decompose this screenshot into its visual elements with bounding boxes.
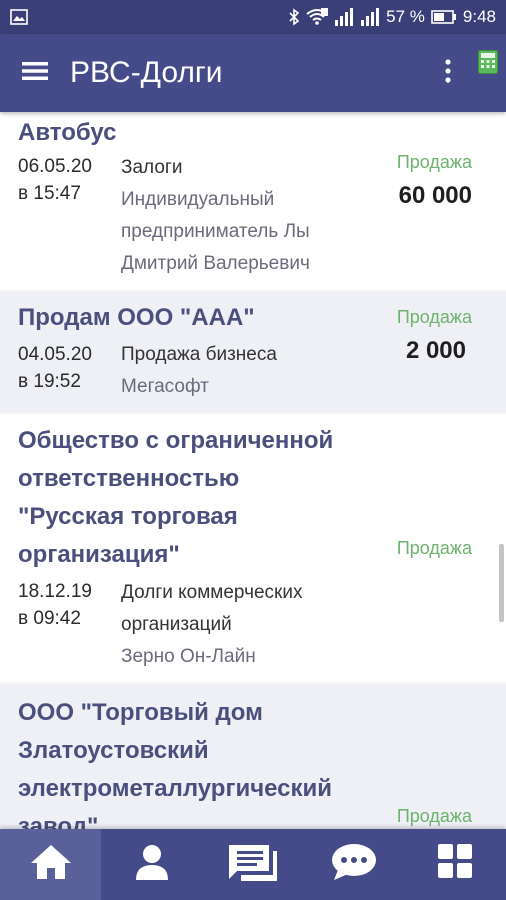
deal-type-badge: Продажа (396, 806, 472, 826)
listing-date: 06.05.20 в 15:47 (18, 156, 92, 204)
more-vert-icon (445, 58, 451, 88)
app-bar: РВС-Долги (0, 34, 506, 112)
more-options-button[interactable] (428, 34, 468, 112)
listing-price: 2 000 (405, 337, 466, 364)
person-icon (134, 843, 170, 886)
listing-title: Продам ООО "ААА" (18, 304, 255, 331)
nav-messages[interactable] (202, 829, 303, 900)
listing-seller: Мегасофт (121, 376, 209, 397)
listing-seller: предприниматель Лы (121, 221, 310, 242)
listing-category: организаций (121, 614, 232, 635)
dashboard-icon (437, 843, 473, 886)
bottom-navigation (0, 829, 506, 900)
listings-list[interactable]: Автобус 06.05.20 в 15:47 Залоги Индивиду… (0, 112, 506, 829)
listing-title: ООО "Торговый дом Златоустовский электро… (18, 699, 333, 829)
listing-details: Залоги Индивидуальный предприниматель Лы… (121, 152, 310, 280)
nav-dashboard[interactable] (405, 829, 506, 900)
nav-home[interactable] (0, 829, 102, 900)
wifi-icon (306, 8, 329, 26)
listing-date: 18.12.19 в 09:42 (18, 581, 92, 629)
battery-icon (431, 9, 457, 25)
menu-button[interactable] (0, 34, 70, 112)
listing-card[interactable]: Автобус 06.05.20 в 15:47 Залоги Индивиду… (0, 112, 506, 290)
listing-price: 60 000 (398, 182, 472, 209)
listing-category: Долги коммерческих (121, 582, 303, 603)
gallery-icon (10, 9, 28, 25)
listing-seller: Дмитрий Валерьевич (121, 253, 310, 274)
nav-profile[interactable] (101, 829, 202, 900)
listing-seller: Зерно Он-Лайн (121, 646, 256, 667)
chat-icon (330, 842, 378, 887)
status-bar: 57 % 9:48 (0, 0, 506, 34)
signal-icon (334, 8, 354, 26)
bluetooth-icon (288, 8, 300, 26)
clock: 9:48 (462, 7, 496, 26)
listing-category: Залоги (121, 157, 183, 178)
listing-details: Продажа бизнеса Мегасофт (121, 339, 277, 403)
signal-icon-2 (360, 8, 380, 26)
listing-card[interactable]: ООО "Торговый дом Златоустовский электро… (0, 684, 506, 829)
listing-title: Общество с ограниченной ответственностью… (18, 427, 334, 568)
scrollbar[interactable] (499, 544, 504, 622)
listing-details: Долги коммерческих организаций Зерно Он-… (121, 577, 302, 673)
listing-title: Автобус (18, 119, 117, 146)
deal-type-badge: Продажа (396, 152, 472, 172)
listing-seller: Индивидуальный (121, 189, 275, 210)
listing-date: 04.05.20 в 19:52 (18, 344, 92, 392)
calculator-icon[interactable] (478, 50, 498, 79)
listing-category: Продажа бизнеса (121, 344, 277, 365)
listing-card[interactable]: Продам ООО "ААА" 04.05.20 в 19:52 Продаж… (0, 291, 506, 413)
deal-type-badge: Продажа (396, 538, 472, 558)
app-title: РВС-Долги (70, 56, 223, 89)
listing-card[interactable]: Общество с ограниченной ответственностью… (0, 414, 506, 682)
messages-list-icon (227, 841, 279, 888)
menu-icon (22, 61, 48, 86)
battery-percent: 57 % (386, 7, 425, 26)
home-icon (29, 843, 73, 886)
deal-type-badge: Продажа (396, 307, 472, 327)
nav-chat[interactable] (304, 829, 405, 900)
